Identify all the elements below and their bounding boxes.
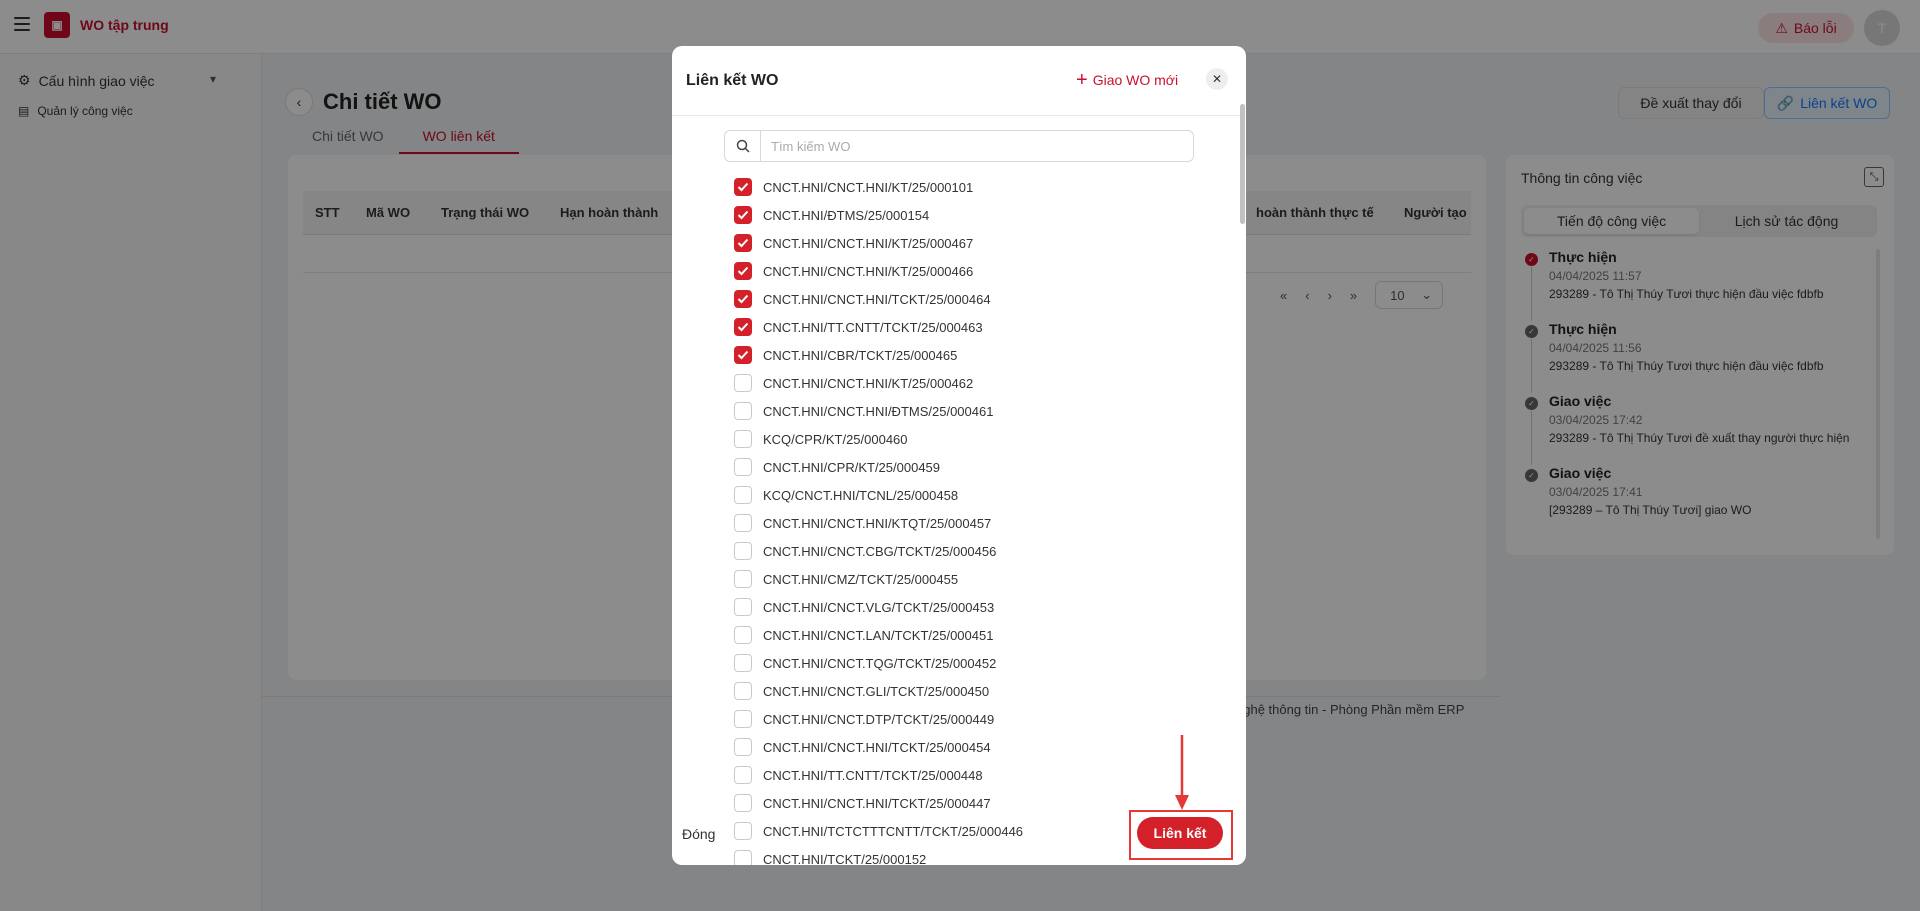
checkbox[interactable]	[734, 542, 752, 560]
modal-scrollbar[interactable]	[1240, 104, 1245, 224]
wo-list-item[interactable]: CNCT.HNI/CNCT.GLI/TCKT/25/000450	[734, 677, 1214, 705]
modal-divider	[672, 115, 1246, 116]
wo-code-label: KCQ/CPR/KT/25/000460	[763, 431, 908, 447]
checkbox-checked[interactable]	[734, 318, 752, 336]
wo-code-label: CNCT.HNI/CNCT.LAN/TCKT/25/000451	[763, 627, 994, 643]
wo-code-label: CNCT.HNI/TCKT/25/000152	[763, 851, 927, 866]
wo-list-item[interactable]: CNCT.HNI/CNCT.HNI/KT/25/000462	[734, 369, 1214, 397]
wo-list-item[interactable]: CNCT.HNI/CMZ/TCKT/25/000455	[734, 565, 1214, 593]
wo-code-label: CNCT.HNI/TT.CNTT/TCKT/25/000448	[763, 767, 983, 783]
checkbox[interactable]	[734, 458, 752, 476]
wo-list-item[interactable]: CNCT.HNI/CNCT.HNI/TCKT/25/000454	[734, 733, 1214, 761]
wo-code-label: CNCT.HNI/CNCT.HNI/ĐTMS/25/000461	[763, 403, 994, 419]
checkbox[interactable]	[734, 570, 752, 588]
wo-list-item[interactable]: CNCT.HNI/CNCT.TQG/TCKT/25/000452	[734, 649, 1214, 677]
checkbox[interactable]	[734, 738, 752, 756]
checkbox-checked[interactable]	[734, 178, 752, 196]
wo-list-item[interactable]: CNCT.HNI/CPR/KT/25/000459	[734, 453, 1214, 481]
wo-list-item[interactable]: CNCT.HNI/CNCT.VLG/TCKT/25/000453	[734, 593, 1214, 621]
wo-code-label: CNCT.HNI/TCTCTTTCNTT/TCKT/25/000446	[763, 823, 1024, 839]
wo-code-label: CNCT.HNI/CNCT.HNI/TCKT/25/000454	[763, 739, 991, 755]
checkbox[interactable]	[734, 794, 752, 812]
check-icon	[737, 350, 749, 360]
wo-list-item[interactable]: CNCT.HNI/TT.CNTT/TCKT/25/000463	[734, 313, 1214, 341]
check-icon	[737, 322, 749, 332]
wo-list-item[interactable]: CNCT.HNI/CNCT.HNI/KTQT/25/000457	[734, 509, 1214, 537]
checkbox[interactable]	[734, 710, 752, 728]
checkbox[interactable]	[734, 598, 752, 616]
wo-list-item[interactable]: CNCT.HNI/CBR/TCKT/25/000465	[734, 341, 1214, 369]
checkbox-checked[interactable]	[734, 262, 752, 280]
wo-code-label: CNCT.HNI/CNCT.GLI/TCKT/25/000450	[763, 683, 990, 699]
new-wo-button[interactable]: + Giao WO mới	[1076, 69, 1178, 91]
wo-code-label: CNCT.HNI/CNCT.HNI/KTQT/25/000457	[763, 515, 992, 531]
checkbox[interactable]	[734, 766, 752, 784]
wo-list-item[interactable]: CNCT.HNI/CNCT.CBG/TCKT/25/000456	[734, 537, 1214, 565]
checkbox[interactable]	[734, 514, 752, 532]
wo-checkbox-list: CNCT.HNI/CNCT.HNI/KT/25/000101 CNCT.HNI/Đ…	[734, 173, 1214, 865]
checkbox-checked[interactable]	[734, 290, 752, 308]
checkbox[interactable]	[734, 486, 752, 504]
wo-code-label: CNCT.HNI/CNCT.HNI/TCKT/25/000447	[763, 795, 991, 811]
wo-code-label: CNCT.HNI/CNCT.VLG/TCKT/25/000453	[763, 599, 995, 615]
check-icon	[737, 294, 749, 304]
wo-list-item[interactable]: CNCT.HNI/CNCT.HNI/ĐTMS/25/000461	[734, 397, 1214, 425]
link-submit-button[interactable]: Liên kết	[1137, 817, 1223, 849]
close-icon[interactable]: ✕	[1206, 68, 1228, 90]
checkbox[interactable]	[734, 822, 752, 840]
check-icon	[737, 182, 749, 192]
wo-list-item[interactable]: KCQ/CPR/KT/25/000460	[734, 425, 1214, 453]
wo-list-item[interactable]: CNCT.HNI/CNCT.LAN/TCKT/25/000451	[734, 621, 1214, 649]
wo-list-item[interactable]: CNCT.HNI/CNCT.HNI/KT/25/000101	[734, 173, 1214, 201]
checkbox[interactable]	[734, 654, 752, 672]
search-icon	[725, 131, 761, 161]
wo-code-label: CNCT.HNI/TT.CNTT/TCKT/25/000463	[763, 319, 983, 335]
check-icon	[737, 238, 749, 248]
wo-code-label: CNCT.HNI/CBR/TCKT/25/000465	[763, 347, 958, 363]
checkbox[interactable]	[734, 682, 752, 700]
wo-list-item[interactable]: CNCT.HNI/CNCT.HNI/KT/25/000467	[734, 229, 1214, 257]
wo-code-label: CNCT.HNI/CNCT.DTP/TCKT/25/000449	[763, 711, 995, 727]
checkbox[interactable]	[734, 850, 752, 865]
wo-code-label: CNCT.HNI/CMZ/TCKT/25/000455	[763, 571, 959, 587]
checkbox-checked[interactable]	[734, 346, 752, 364]
checkbox[interactable]	[734, 402, 752, 420]
wo-code-label: CNCT.HNI/CNCT.HNI/KT/25/000467	[763, 235, 974, 251]
close-button[interactable]: Đóng	[682, 826, 715, 842]
checkbox[interactable]	[734, 430, 752, 448]
wo-list-item[interactable]: CNCT.HNI/TT.CNTT/TCKT/25/000448	[734, 761, 1214, 789]
wo-code-label: CNCT.HNI/CPR/KT/25/000459	[763, 459, 941, 475]
wo-code-label: CNCT.HNI/CNCT.TQG/TCKT/25/000452	[763, 655, 997, 671]
checkbox[interactable]	[734, 626, 752, 644]
wo-list-item[interactable]: CNCT.HNI/CNCT.DTP/TCKT/25/000449	[734, 705, 1214, 733]
wo-code-label: CNCT.HNI/CNCT.HNI/KT/25/000101	[763, 179, 974, 195]
plus-icon: +	[1076, 69, 1088, 91]
wo-code-label: CNCT.HNI/CNCT.HNI/KT/25/000466	[763, 263, 974, 279]
check-icon	[737, 266, 749, 276]
wo-code-label: CNCT.HNI/ĐTMS/25/000154	[763, 207, 930, 223]
wo-list-item[interactable]: CNCT.HNI/ĐTMS/25/000154	[734, 201, 1214, 229]
wo-list-item[interactable]: CNCT.HNI/CNCT.HNI/TCKT/25/000464	[734, 285, 1214, 313]
modal-title: Liên kết WO	[686, 72, 779, 89]
wo-code-label: KCQ/CNCT.HNI/TCNL/25/000458	[763, 487, 959, 503]
wo-list-item[interactable]: CNCT.HNI/CNCT.HNI/KT/25/000466	[734, 257, 1214, 285]
link-wo-modal: Liên kết WO + Giao WO mới ✕ CNCT.HNI/CNC…	[672, 46, 1246, 865]
wo-code-label: CNCT.HNI/CNCT.HNI/TCKT/25/000464	[763, 291, 991, 307]
search-box	[724, 130, 1194, 162]
checkbox-checked[interactable]	[734, 234, 752, 252]
wo-list-item[interactable]: KCQ/CNCT.HNI/TCNL/25/000458	[734, 481, 1214, 509]
annotation-arrow	[1175, 735, 1189, 810]
checkbox[interactable]	[734, 374, 752, 392]
checkbox-checked[interactable]	[734, 206, 752, 224]
wo-code-label: CNCT.HNI/CNCT.HNI/KT/25/000462	[763, 375, 974, 391]
wo-code-label: CNCT.HNI/CNCT.CBG/TCKT/25/000456	[763, 543, 997, 559]
search-input[interactable]	[761, 138, 1193, 154]
check-icon	[737, 210, 749, 220]
